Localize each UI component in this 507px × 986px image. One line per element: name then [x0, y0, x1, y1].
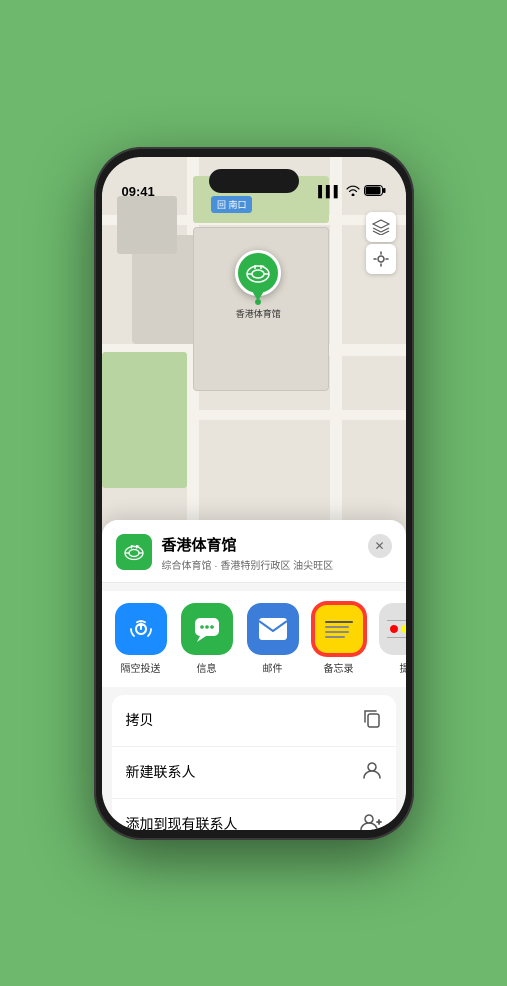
- share-item-more[interactable]: 提: [376, 603, 406, 675]
- place-icon: [116, 534, 152, 570]
- bottom-sheet: 香港体育馆 综合体育馆 · 香港特别行政区 油尖旺区 ✕: [102, 520, 406, 830]
- battery-icon: [364, 185, 386, 199]
- place-info: 香港体育馆 综合体育馆 · 香港特别行政区 油尖旺区: [162, 534, 358, 572]
- action-list: 拷贝 新建联系人: [112, 695, 396, 830]
- map-layers-button[interactable]: [366, 212, 396, 242]
- status-icons: ▌▌▌: [318, 185, 385, 199]
- map-background: [102, 157, 406, 547]
- pin-label: 香港体育馆: [236, 307, 281, 320]
- phone-frame: 09:41 ▌▌▌: [94, 147, 414, 840]
- map-road: [330, 157, 342, 547]
- share-item-messages[interactable]: 信息: [178, 603, 236, 675]
- mail-icon: [247, 603, 299, 655]
- notes-line: [325, 621, 353, 623]
- place-header: 香港体育馆 综合体育馆 · 香港特别行政区 油尖旺区 ✕: [102, 520, 406, 583]
- map-location-button[interactable]: [366, 244, 396, 274]
- close-button[interactable]: ✕: [368, 534, 392, 558]
- share-item-airdrop[interactable]: 隔空投送: [112, 603, 170, 675]
- action-add-existing-label: 添加到现有联系人: [126, 814, 238, 829]
- place-name: 香港体育馆: [162, 534, 358, 555]
- action-copy-label: 拷贝: [126, 710, 154, 730]
- messages-icon: [181, 603, 233, 655]
- map-controls: [366, 212, 396, 274]
- notes-line: [325, 631, 349, 633]
- status-time: 09:41: [122, 184, 155, 199]
- copy-icon: [362, 708, 382, 733]
- airdrop-label: 隔空投送: [121, 660, 161, 675]
- action-add-existing[interactable]: 添加到现有联系人: [112, 799, 396, 830]
- share-item-notes[interactable]: 备忘录: [310, 603, 368, 675]
- messages-label: 信息: [197, 660, 217, 675]
- notes-line: [325, 636, 345, 638]
- signal-icon: ▌▌▌: [318, 186, 341, 198]
- action-new-contact[interactable]: 新建联系人: [112, 747, 396, 799]
- add-contact-icon: [360, 812, 382, 830]
- map-area[interactable]: 回 南口: [102, 157, 406, 547]
- phone-screen: 09:41 ▌▌▌: [102, 157, 406, 830]
- stadium-pin[interactable]: 香港体育馆: [235, 250, 281, 320]
- notes-lines-decoration: [319, 613, 359, 644]
- new-contact-icon: [362, 760, 382, 785]
- action-new-contact-label: 新建联系人: [126, 762, 196, 782]
- dynamic-island: [209, 169, 299, 193]
- notes-label: 备忘录: [324, 660, 354, 675]
- share-row: 隔空投送 信息: [102, 591, 406, 687]
- place-subtitle: 综合体育馆 · 香港特别行政区 油尖旺区: [162, 557, 358, 572]
- mail-label: 邮件: [263, 660, 283, 675]
- notes-line: [325, 626, 349, 628]
- wifi-icon: [346, 185, 360, 199]
- more-label: 提: [400, 660, 406, 675]
- airdrop-icon: [115, 603, 167, 655]
- more-icon: [379, 603, 406, 655]
- share-item-mail[interactable]: 邮件: [244, 603, 302, 675]
- action-copy[interactable]: 拷贝: [112, 695, 396, 747]
- pin-icon: [235, 250, 281, 296]
- map-green: [102, 352, 187, 489]
- notes-icon: [313, 603, 365, 655]
